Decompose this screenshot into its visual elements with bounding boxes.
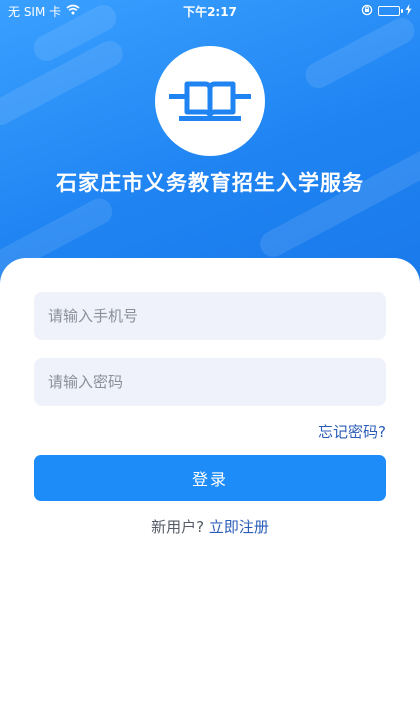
app-logo <box>155 46 265 156</box>
register-link[interactable]: 立即注册 <box>209 518 269 536</box>
status-right <box>361 4 412 19</box>
hero-decoration <box>255 144 420 262</box>
login-screen: 无 SIM 卡 下午2:17 石家庄市义务教育招生入学服务 请输入手机号 忘记密… <box>0 0 420 702</box>
orientation-lock-icon <box>361 4 373 19</box>
forgot-password-link[interactable]: 忘记密码? <box>318 421 386 442</box>
app-title: 石家庄市义务教育招生入学服务 <box>56 171 364 195</box>
hero-decoration <box>300 13 420 93</box>
wifi-icon <box>66 4 80 18</box>
login-card: 忘记密码? 登录 新用户? 立即注册 <box>0 258 420 702</box>
register-row: 新用户? 立即注册 <box>0 516 420 537</box>
password-input[interactable] <box>34 358 386 406</box>
open-book-icon <box>169 81 251 121</box>
phone-input[interactable] <box>34 292 386 340</box>
status-bar: 无 SIM 卡 下午2:17 <box>0 0 420 22</box>
carrier-text: 无 SIM 卡 <box>8 4 62 19</box>
charging-icon <box>405 4 412 18</box>
status-left: 无 SIM 卡 <box>8 3 80 20</box>
battery-icon <box>378 6 403 16</box>
new-user-prompt: 新用户? <box>151 518 205 536</box>
login-button[interactable]: 登录 <box>34 455 386 501</box>
